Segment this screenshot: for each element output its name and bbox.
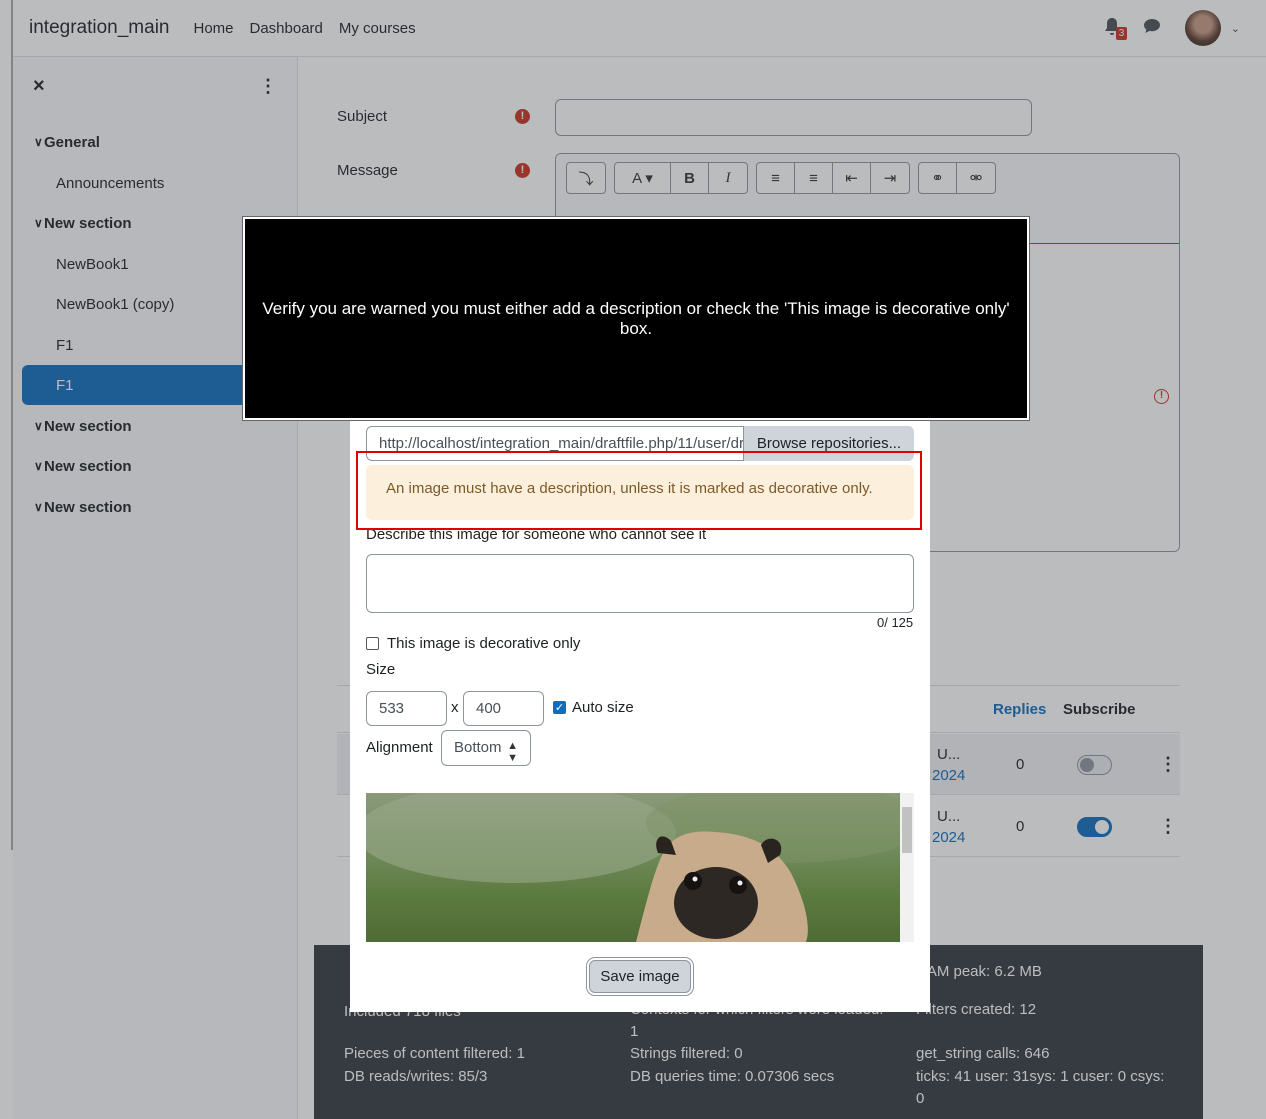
instruction-caption: Verify you are warned you must either ad… xyxy=(243,217,1029,420)
auto-size-row: ✓ Auto size xyxy=(553,699,634,716)
decorative-checkbox[interactable] xyxy=(366,637,379,650)
preview-scrollbar[interactable] xyxy=(900,793,914,942)
save-image-button[interactable]: Save image xyxy=(587,958,693,995)
image-properties-dialog: http://localhost/integration_main/draftf… xyxy=(350,420,930,1012)
image-preview xyxy=(366,793,900,942)
description-label: Describe this image for someone who cann… xyxy=(366,526,707,543)
decorative-label[interactable]: This image is decorative only xyxy=(387,635,580,652)
scrollbar-thumb[interactable] xyxy=(902,807,912,853)
description-warning: An image must have a description, unless… xyxy=(366,465,914,520)
alignment-select[interactable]: Bottom ▲ ▼ xyxy=(441,730,531,766)
auto-size-checkbox[interactable]: ✓ xyxy=(553,701,566,714)
size-separator: x xyxy=(451,699,459,716)
auto-size-label[interactable]: Auto size xyxy=(572,699,634,716)
select-arrows-icon: ▲ ▼ xyxy=(507,740,518,764)
instruction-text: Verify you are warned you must either ad… xyxy=(262,298,1010,338)
width-input[interactable]: 533 xyxy=(366,691,447,726)
description-textarea[interactable] xyxy=(366,554,914,613)
height-input[interactable]: 400 xyxy=(463,691,544,726)
decorative-row: This image is decorative only xyxy=(366,635,580,652)
size-label: Size xyxy=(366,661,396,678)
alignment-label: Alignment xyxy=(366,739,433,756)
image-url-row: http://localhost/integration_main/draftf… xyxy=(366,426,914,461)
browse-repositories-button[interactable]: Browse repositories... xyxy=(744,426,914,461)
pug-image xyxy=(366,793,900,942)
character-counter: 0/ 125 xyxy=(877,615,914,630)
image-url-input[interactable]: http://localhost/integration_main/draftf… xyxy=(366,426,744,461)
